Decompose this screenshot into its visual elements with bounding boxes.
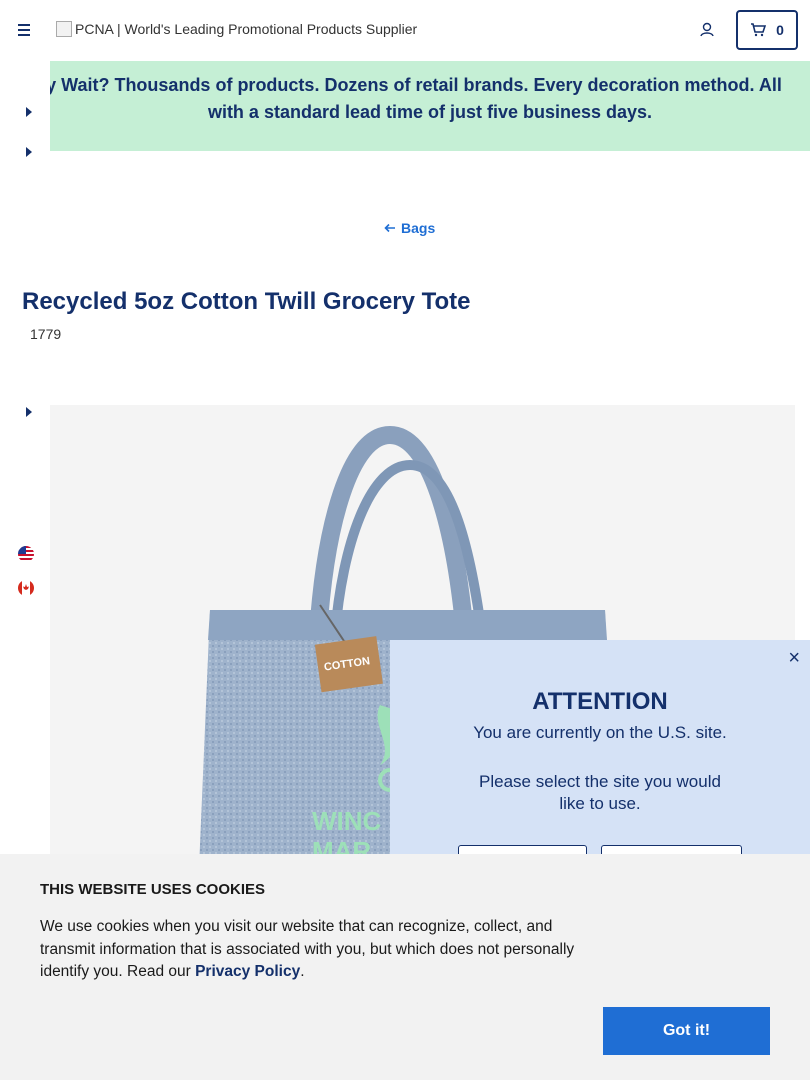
modal-line-3: like to use. <box>559 794 641 813</box>
cookie-text: We use cookies when you visit our websit… <box>40 916 610 984</box>
got-it-button[interactable]: Got it! <box>603 1007 770 1055</box>
modal-line-2: Please select the site you would <box>479 772 721 791</box>
broken-image-icon <box>56 21 72 37</box>
hamburger-menu-icon[interactable] <box>18 20 38 40</box>
breadcrumb-back-link[interactable]: Bags <box>384 220 435 236</box>
us-flag-icon[interactable] <box>18 546 34 562</box>
cookie-body: We use cookies when you visit our websit… <box>40 918 575 980</box>
account-icon[interactable] <box>698 20 718 40</box>
product-title: Recycled 5oz Cotton Twill Grocery Tote <box>22 288 471 315</box>
cookie-period: . <box>300 963 305 980</box>
caret-right-icon[interactable] <box>26 147 32 157</box>
canada-flag-icon[interactable] <box>18 580 34 596</box>
modal-title: ATTENTION <box>532 688 668 715</box>
bag-print-text-1: WINC <box>312 806 382 836</box>
site-select-modal: × <box>390 640 810 860</box>
promo-banner: Why Wait? Thousands of products. Dozens … <box>50 61 810 151</box>
cookie-title: THIS WEBSITE USES COOKIES <box>40 881 266 898</box>
cart-icon <box>751 23 767 37</box>
caret-right-icon[interactable] <box>26 407 32 417</box>
logo-alt-text: PCNA | World's Leading Promotional Produ… <box>75 21 418 37</box>
cart-count: 0 <box>776 22 784 38</box>
privacy-policy-link[interactable]: Privacy Policy <box>195 963 300 980</box>
caret-right-icon[interactable] <box>26 107 32 117</box>
product-sku: 1779 <box>30 326 62 342</box>
banner-line-2: with a standard lead time of just five b… <box>207 102 653 122</box>
banner-line-1: Why Wait? Thousands of products. Dozens … <box>50 75 782 95</box>
close-icon[interactable]: × <box>788 648 800 668</box>
cart-button[interactable]: 0 <box>736 10 798 50</box>
breadcrumb-label: Bags <box>401 220 436 236</box>
modal-line-1: You are currently on the U.S. site. <box>473 723 727 742</box>
site-logo[interactable]: PCNA | World's Leading Promotional Produ… <box>56 21 417 37</box>
site-header: PCNA | World's Leading Promotional Produ… <box>0 0 810 61</box>
arrow-left-icon <box>384 223 395 233</box>
